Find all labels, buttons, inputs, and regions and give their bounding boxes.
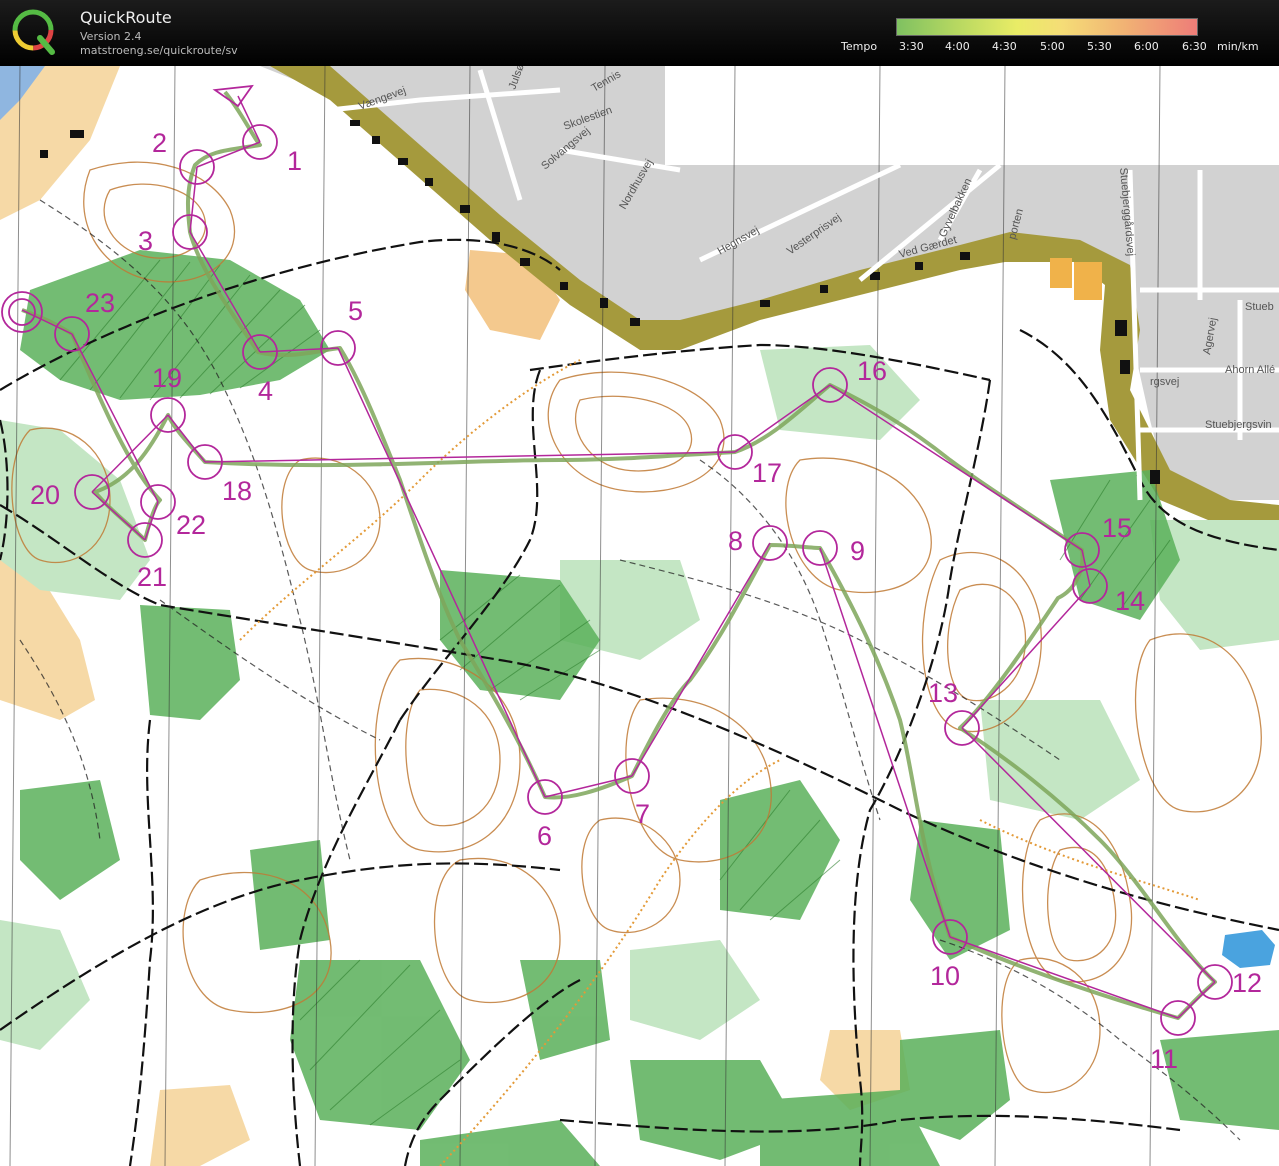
control-number: 10: [930, 961, 960, 991]
control-number: 17: [752, 458, 782, 488]
app-url: matstroeng.se/quickroute/sv: [80, 44, 238, 57]
control-number: 15: [1102, 513, 1132, 543]
control-number: 8: [728, 526, 743, 556]
tempo-tick: 6:00: [1134, 40, 1159, 53]
control-number: 2: [152, 128, 167, 158]
street-label: rgsvej: [1150, 376, 1179, 388]
control-number: 22: [176, 510, 206, 540]
svg-text:Q: Q: [33, 35, 34, 36]
control-number: 16: [857, 356, 887, 386]
control-number: 3: [138, 226, 153, 256]
tempo-unit: min/km: [1217, 40, 1259, 53]
control-number: 12: [1232, 968, 1262, 998]
blank-map-region: [665, 66, 1279, 165]
map-canvas[interactable]: Vængevej Julsø Tennis Skolestien Solvang…: [0, 66, 1279, 1166]
control-number: 18: [222, 476, 252, 506]
control-number: 21: [137, 562, 167, 592]
app-title: QuickRoute: [80, 8, 172, 27]
tempo-tick: 4:30: [992, 40, 1017, 53]
quickroute-logo-icon: Q: [12, 9, 55, 55]
building-orange: [1050, 258, 1072, 288]
control-number: 6: [537, 821, 552, 851]
control-number: 11: [1150, 1044, 1178, 1074]
tempo-tick: 6:30: [1182, 40, 1207, 53]
tempo-label: Tempo: [841, 40, 878, 53]
control-number: 19: [152, 363, 182, 393]
quickroute-header: Q QuickRoute Version 2.4 matstroeng.se/q…: [0, 0, 1279, 66]
control-number: 13: [928, 678, 958, 708]
control-number: 5: [348, 296, 363, 326]
app-version: Version 2.4: [80, 30, 142, 43]
tempo-tick: 4:00: [945, 40, 970, 53]
control-number: 7: [635, 799, 650, 829]
control-number: 1: [287, 146, 302, 176]
control-number: 4: [258, 376, 273, 406]
street-label: Stuebjergsvin: [1205, 419, 1272, 431]
street-label: Ahorn Allé: [1225, 364, 1275, 376]
tempo-tick: 3:30: [899, 40, 924, 53]
building-orange: [1074, 262, 1102, 300]
control-number: 20: [30, 480, 60, 510]
control-number: 23: [85, 288, 115, 318]
tempo-color-scale: [896, 18, 1198, 36]
street-label: Stueb: [1245, 301, 1274, 313]
orienteering-map[interactable]: Vængevej Julsø Tennis Skolestien Solvang…: [0, 66, 1279, 1166]
control-number: 9: [850, 536, 865, 566]
tempo-tick: 5:00: [1040, 40, 1065, 53]
tempo-tick: 5:30: [1087, 40, 1112, 53]
control-number: 14: [1115, 586, 1145, 616]
